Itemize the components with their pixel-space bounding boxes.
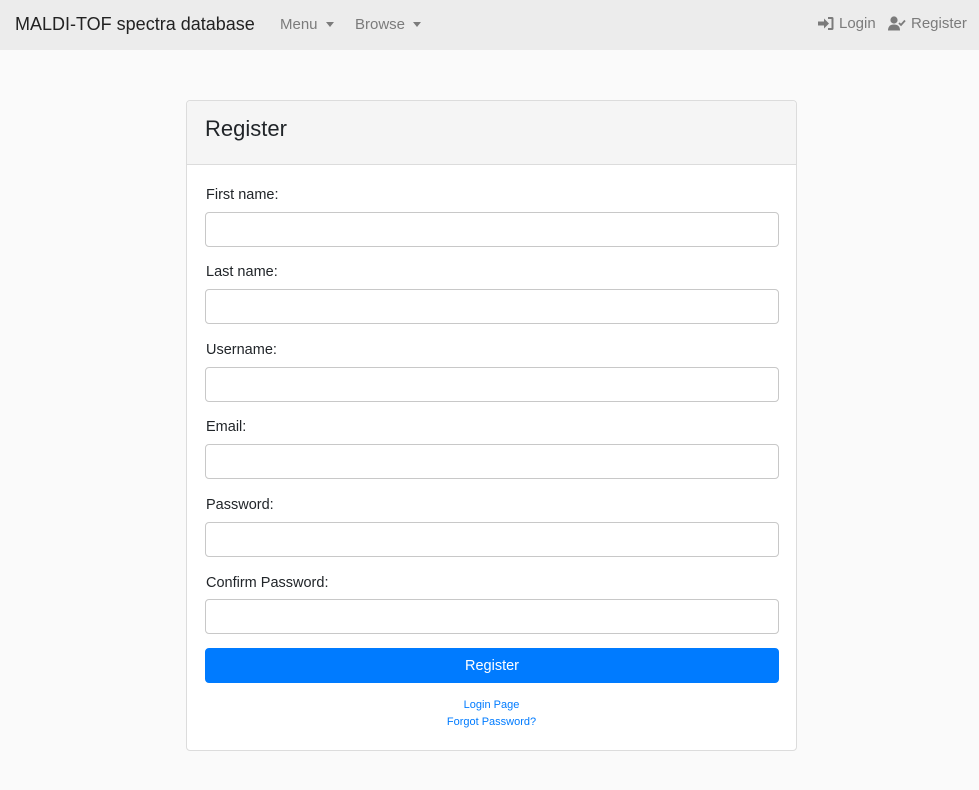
card-header: Register bbox=[187, 101, 796, 165]
confirm-password-label: Confirm Password: bbox=[206, 575, 329, 591]
register-card: Register First name: Last name: Username… bbox=[186, 100, 797, 751]
nav-register-link[interactable]: Register bbox=[888, 15, 967, 32]
navbar: MALDI-TOF spectra database Menu Browse L… bbox=[0, 0, 979, 50]
nav-register-label: Register bbox=[911, 15, 967, 32]
first-name-label: First name: bbox=[206, 187, 279, 203]
password-field[interactable] bbox=[205, 522, 779, 557]
page-title: Register bbox=[205, 116, 287, 141]
register-button[interactable]: Register bbox=[205, 648, 779, 683]
chevron-down-icon bbox=[413, 22, 422, 27]
email-field[interactable] bbox=[205, 444, 779, 479]
last-name-field[interactable] bbox=[205, 289, 779, 324]
first-name-field[interactable] bbox=[205, 212, 779, 247]
confirm-password-field[interactable] bbox=[205, 599, 779, 634]
password-label: Password: bbox=[206, 497, 274, 513]
browse-dropdown-label: Browse bbox=[355, 16, 406, 33]
menu-dropdown[interactable]: Menu bbox=[280, 16, 334, 33]
forgot-password-link[interactable]: Forgot Password? bbox=[187, 716, 796, 728]
username-label: Username: bbox=[206, 342, 277, 358]
username-field[interactable] bbox=[205, 367, 779, 402]
login-page-link[interactable]: Login Page bbox=[187, 699, 796, 711]
nav-login-label: Login bbox=[839, 15, 876, 32]
brand-link[interactable]: MALDI-TOF spectra database bbox=[15, 14, 255, 35]
email-label: Email: bbox=[206, 419, 247, 435]
nav-login-link[interactable]: Login bbox=[818, 15, 876, 32]
browse-dropdown[interactable]: Browse bbox=[355, 16, 422, 33]
sign-in-icon bbox=[818, 17, 834, 30]
menu-dropdown-label: Menu bbox=[280, 16, 318, 33]
chevron-down-icon bbox=[325, 22, 334, 27]
user-check-icon bbox=[888, 16, 906, 31]
last-name-label: Last name: bbox=[206, 264, 278, 280]
